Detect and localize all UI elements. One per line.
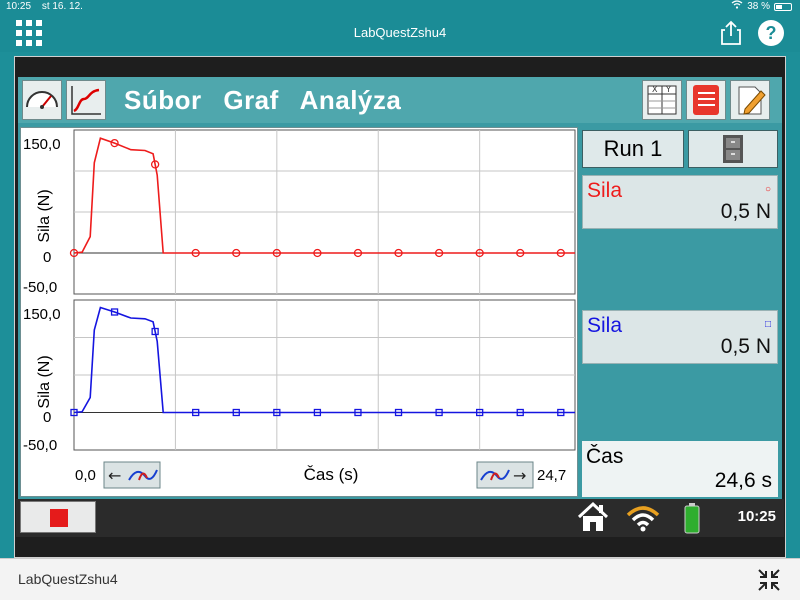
app-footer: LabQuestZshu4 (0, 558, 800, 600)
top-y-max-label: 150,0 (23, 136, 61, 153)
battery-percent: 38 % (747, 1, 770, 12)
help-icon[interactable]: ? (758, 20, 784, 46)
notebook-pencil-icon[interactable] (730, 80, 770, 120)
x-max-label: 24,7 (537, 467, 566, 484)
footer-label: LabQuestZshu4 (18, 571, 118, 587)
scroll-right-button[interactable]: → (476, 461, 534, 489)
home-icon[interactable] (576, 501, 610, 538)
menu-analysis[interactable]: Analýza (300, 85, 402, 115)
time-meter[interactable]: Čas 24,6 s (582, 441, 778, 497)
graph-area: 150,0 0 -50,0 Sila (N) 150,0 0 -50,0 Sil… (20, 127, 578, 497)
top-y-zero-label: 0 (43, 249, 51, 266)
top-y-min-label: -50,0 (23, 279, 57, 296)
menu-graph[interactable]: Graf (223, 85, 278, 115)
square-marker-icon: □ (764, 319, 771, 330)
device-status-bar: 10:25 (16, 499, 784, 537)
file-cabinet-icon[interactable] (688, 130, 778, 168)
menu-file[interactable]: Súbor (124, 85, 202, 115)
time-label: Čas (586, 445, 624, 468)
scroll-left-button[interactable]: ← (103, 461, 161, 489)
meter-sila-red[interactable]: Sila ○ 0,5 N (582, 175, 778, 229)
stop-collection-button[interactable] (20, 501, 96, 533)
top-y-axis-label: Sila (N) (36, 189, 53, 242)
bottom-graph[interactable] (70, 299, 576, 451)
meter-view-icon[interactable] (22, 80, 62, 120)
collapse-icon[interactable] (756, 567, 782, 593)
svg-text:Y: Y (665, 85, 671, 94)
bottom-y-max-label: 150,0 (23, 306, 61, 323)
time-value: 24,6 s (714, 469, 772, 492)
svg-text:X: X (652, 85, 658, 94)
nav-title: LabQuestZshu4 (353, 25, 447, 40)
meter-value: 0,5 N (720, 335, 771, 358)
svg-text:←: ← (108, 466, 121, 485)
notes-list-icon[interactable] (686, 80, 726, 120)
status-time: 10:25 (6, 1, 32, 12)
graph-view-icon[interactable] (66, 80, 106, 120)
bottom-y-axis-label: Sila (N) (36, 355, 53, 408)
run-selector-button[interactable]: Run 1 (582, 130, 684, 168)
meter-value: 0,5 N (720, 200, 771, 223)
circle-marker-icon: ○ (764, 184, 771, 195)
ios-status-bar: 10:25 st 16. 12. 38 % (0, 0, 800, 14)
share-icon[interactable] (720, 20, 742, 46)
svg-text:→: → (513, 466, 526, 485)
battery-charge-icon (682, 502, 702, 539)
meter-sensor-name: Sila (587, 179, 623, 202)
app-nav-bar: LabQuestZshu4 ? (0, 14, 800, 52)
labquest-screen: Súbor Graf Analýza X Y 150,0 0 -50,0 Sil… (18, 77, 782, 499)
meter-sensor-name: Sila (587, 314, 623, 337)
top-graph[interactable] (69, 129, 576, 295)
stop-icon (50, 509, 68, 527)
status-date: st 16. 12. (41, 1, 83, 12)
table-view-icon[interactable]: X Y (642, 80, 682, 120)
device-clock: 10:25 (737, 508, 776, 525)
wifi-signal-icon (626, 503, 660, 538)
meter-sila-blue[interactable]: Sila □ 0,5 N (582, 310, 778, 364)
main-menu: Súbor Graf Analýza (124, 85, 415, 116)
side-panel: Run 1 Sila ○ 0,5 N Sila □ 0,5 N Čas 24,6… (580, 127, 780, 497)
wifi-icon (731, 0, 743, 14)
battery-icon (774, 3, 792, 11)
toolbar: Súbor Graf Analýza X Y (18, 77, 782, 123)
bottom-y-zero-label: 0 (43, 409, 51, 426)
x-axis-label: Čas (s) (304, 465, 359, 484)
bottom-y-min-label: -50,0 (23, 437, 57, 454)
x-min-label: 0,0 (75, 467, 96, 484)
